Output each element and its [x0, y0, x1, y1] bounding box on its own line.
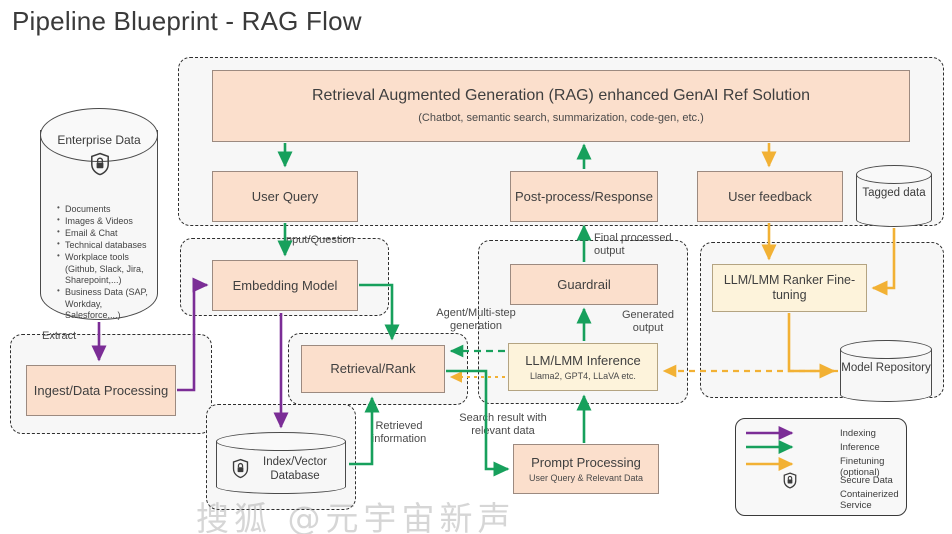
- node-prompt-processing: Prompt Processing User Query & Relevant …: [513, 444, 659, 494]
- node-retrieval-rank-label: Retrieval/Rank: [330, 361, 416, 377]
- legend-item-secure-data: Secure Data: [840, 475, 893, 486]
- node-ranker-finetuning-label: LLM/LMM Ranker Fine-tuning: [723, 273, 856, 302]
- node-post-process: Post-process/Response: [510, 171, 658, 222]
- list-item: Documents: [56, 203, 150, 216]
- node-guardrail: Guardrail: [510, 264, 658, 305]
- model-repository-label: Model Repository: [841, 362, 931, 374]
- model-repository-cylinder: Model Repository: [840, 340, 932, 402]
- node-embedding-model-label: Embedding Model: [232, 277, 338, 293]
- node-post-process-label: Post-process/Response: [514, 188, 653, 204]
- rag-banner-title: Retrieval Augmented Generation (RAG) enh…: [311, 87, 811, 105]
- edge-label-input-question: Input/Question: [283, 234, 355, 246]
- index-vector-db-cylinder: Index/Vector Database: [216, 432, 346, 494]
- edge-label-final-processed-output: Final processed output: [594, 232, 672, 257]
- enterprise-data-list: Documents Images & Videos Email & Chat T…: [56, 203, 150, 322]
- node-user-feedback-label: User feedback: [728, 188, 812, 204]
- node-user-feedback: User feedback: [697, 171, 843, 222]
- edge-label-retrieved-information: Retrieved information: [371, 420, 427, 445]
- edge-label-generated-output: Generated output: [622, 309, 674, 334]
- rag-banner: Retrieval Augmented Generation (RAG) enh…: [212, 70, 910, 142]
- node-embedding-model: Embedding Model: [212, 260, 358, 311]
- node-user-query-label: User Query: [251, 188, 319, 204]
- index-vector-db-label: Index/Vector Database: [263, 456, 327, 482]
- page-title: Pipeline Blueprint - RAG Flow: [12, 6, 362, 36]
- node-ranker-finetuning: LLM/LMM Ranker Fine-tuning: [712, 264, 867, 312]
- edge-label-search-result: Search result with relevant data: [459, 412, 547, 437]
- edge-label-agent-multistep: Agent/Multi-step generation: [436, 307, 516, 332]
- node-llm-inference: LLM/LMM Inference Llama2, GPT4, LLaVA et…: [508, 343, 658, 391]
- tagged-data-cylinder: Tagged data: [856, 165, 932, 227]
- node-ingest: Ingest/Data Processing: [26, 365, 176, 416]
- list-item: Workplace tools (Github, Slack, Jira, Sh…: [56, 251, 150, 287]
- legend-item-containerized-service: Containerized Service: [840, 489, 899, 512]
- edge-label-extract: Extract: [42, 330, 77, 342]
- node-prompt-processing-sublabel: User Query & Relevant Data: [528, 472, 644, 483]
- node-ingest-label: Ingest/Data Processing: [33, 382, 169, 398]
- watermark: 搜狐 @元宇宙新声: [196, 499, 516, 534]
- node-user-query: User Query: [212, 171, 358, 222]
- list-item: Business Data (SAP, Workday, Salesforce,…: [56, 286, 150, 322]
- node-guardrail-label: Guardrail: [557, 276, 611, 292]
- legend: Indexing Inference Finetuning (optional)…: [735, 418, 907, 516]
- tagged-data-label: Tagged data: [862, 187, 926, 199]
- list-item: Images & Videos: [56, 215, 150, 228]
- lock-shield-icon: [90, 152, 110, 176]
- legend-lock-shield-icon: [783, 472, 797, 489]
- rag-banner-subtitle: (Chatbot, semantic search, summarization…: [418, 111, 704, 124]
- enterprise-data-cylinder: Enterprise Data Documents Images & Video…: [40, 108, 158, 320]
- node-prompt-processing-label: Prompt Processing: [531, 454, 641, 470]
- node-llm-inference-label: LLM/LMM Inference: [525, 352, 641, 368]
- legend-item-indexing: Indexing: [840, 428, 876, 439]
- legend-item-inference: Inference: [840, 442, 880, 453]
- list-item: Email & Chat: [56, 227, 150, 240]
- node-llm-inference-sublabel: Llama2, GPT4, LLaVA etc.: [530, 370, 636, 381]
- list-item: Technical databases: [56, 239, 150, 252]
- diagram-canvas: Pipeline Blueprint - RAG Flow Enterprise…: [0, 0, 952, 534]
- enterprise-data-title: Enterprise Data: [57, 133, 141, 147]
- node-retrieval-rank: Retrieval/Rank: [301, 345, 445, 393]
